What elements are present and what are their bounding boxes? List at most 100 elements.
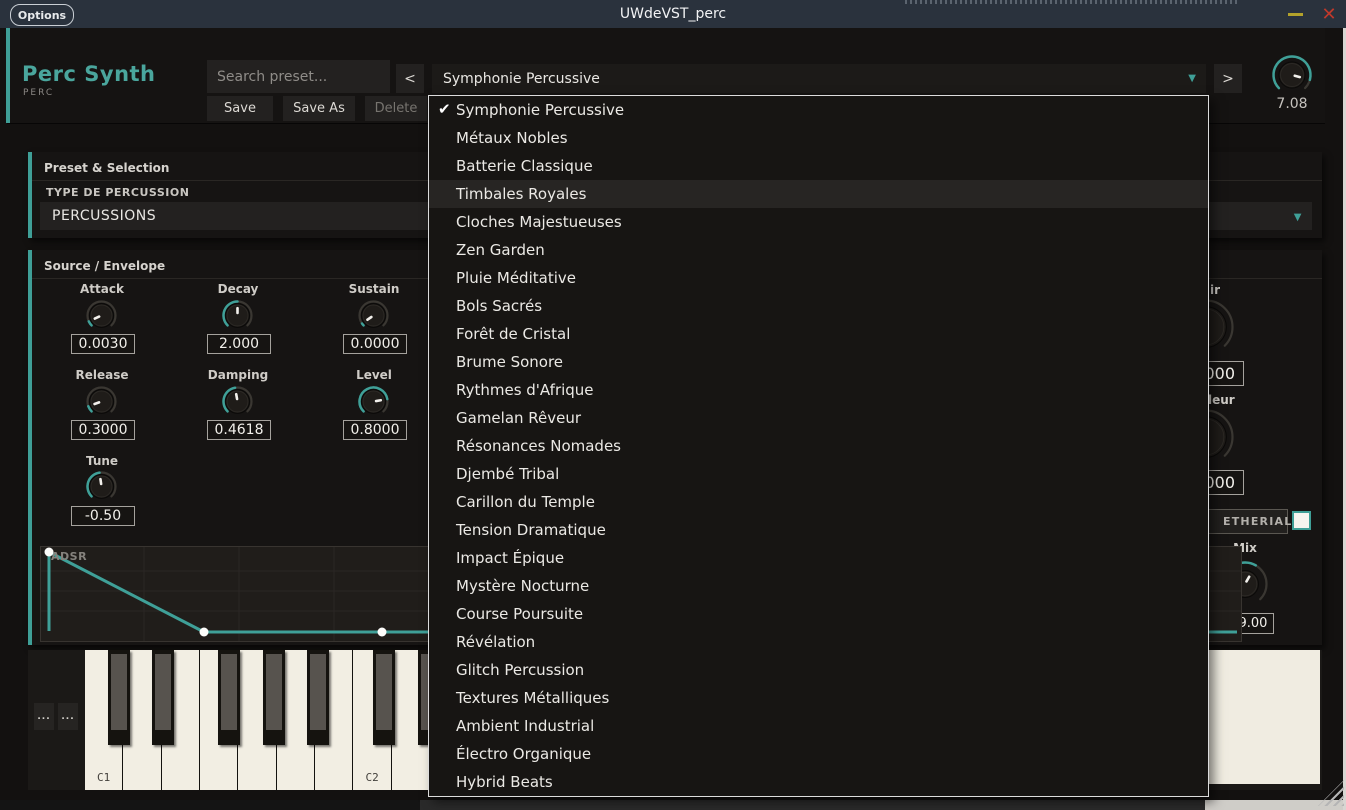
release-label: Release	[57, 368, 147, 382]
preset-option-label: Timbales Royales	[456, 185, 586, 203]
preset-option-label: Électro Organique	[456, 745, 591, 763]
delete-button[interactable]: Delete	[365, 96, 427, 121]
chevron-down-icon: ▼	[1294, 212, 1302, 223]
preset-option[interactable]: Glitch Percussion	[429, 656, 1208, 684]
damping-label: Damping	[193, 368, 283, 382]
black-key[interactable]	[108, 650, 130, 745]
level-value[interactable]: 0.8000	[343, 420, 407, 440]
damping-knob[interactable]	[221, 385, 254, 418]
check-icon: ✔	[438, 100, 451, 118]
search-input[interactable]	[207, 60, 390, 93]
preset-option[interactable]: Mystère Nocturne	[429, 572, 1208, 600]
preset-option[interactable]: Timbales Royales	[429, 180, 1208, 208]
preset-option[interactable]: Révélation	[429, 628, 1208, 656]
preset-option-label: Djembé Tribal	[456, 465, 559, 483]
black-key-face	[310, 654, 326, 730]
preset-option-label: Cloches Majestueuses	[456, 213, 622, 231]
black-key-face	[111, 654, 127, 730]
preset-option[interactable]: Gamelan Rêveur	[429, 404, 1208, 432]
preset-option[interactable]: Forêt de Cristal	[429, 320, 1208, 348]
preset-option-label: Carillon du Temple	[456, 493, 595, 511]
next-preset-button[interactable]: >	[1214, 64, 1242, 93]
preset-option-label: Gamelan Rêveur	[456, 409, 581, 427]
octave-label: C2	[353, 771, 390, 784]
damping-value[interactable]: 0.4618	[207, 420, 271, 440]
attack-value[interactable]: 0.0030	[71, 334, 135, 354]
decay-knob[interactable]	[221, 299, 254, 332]
release-value[interactable]: 0.3000	[71, 420, 135, 440]
sustain-value[interactable]: 0.0000	[343, 334, 407, 354]
preset-option[interactable]: Cloches Majestueuses	[429, 208, 1208, 236]
sustain-label: Sustain	[329, 282, 419, 296]
decay-value[interactable]: 2.000	[207, 334, 271, 354]
preset-option-label: Forêt de Cristal	[456, 325, 570, 343]
plugin-window: Options UWdeVST_perc ✕ Perc Synth PERC <…	[0, 0, 1346, 810]
preset-option-label: Textures Métalliques	[456, 689, 609, 707]
release-knob[interactable]	[85, 385, 118, 418]
percussion-type-value: PERCUSSIONS	[52, 208, 156, 224]
preset-option[interactable]: Brume Sonore	[429, 348, 1208, 376]
preset-option-label: Tension Dramatique	[456, 521, 606, 539]
octave-label: C1	[85, 771, 122, 784]
black-key[interactable]	[373, 650, 395, 745]
preset-option[interactable]: Hybrid Beats	[429, 768, 1208, 796]
preset-option[interactable]: Zen Garden	[429, 236, 1208, 264]
chevron-down-icon: ▼	[1188, 73, 1196, 84]
preset-option[interactable]: Impact Épique	[429, 544, 1208, 572]
tune-value[interactable]: -0.50	[71, 506, 135, 526]
background-window-clipped-text	[905, 0, 1240, 4]
preset-option[interactable]: Carillon du Temple	[429, 488, 1208, 516]
preset-option-label: Ambient Industrial	[456, 717, 594, 735]
preset-option[interactable]: Bols Sacrés	[429, 292, 1208, 320]
preset-option[interactable]: Ambient Industrial	[429, 712, 1208, 740]
preset-option[interactable]: Textures Métalliques	[429, 684, 1208, 712]
volume-knob[interactable]	[1271, 54, 1313, 96]
panel-title: Preset & Selection	[44, 161, 169, 175]
sustain-knob[interactable]	[357, 299, 390, 332]
bottom-frame	[420, 800, 1205, 810]
preset-option[interactable]: Tension Dramatique	[429, 516, 1208, 544]
preset-option-label: Symphonie Percussive	[456, 101, 624, 119]
preset-option-label: Course Poursuite	[456, 605, 583, 623]
black-key[interactable]	[307, 650, 329, 745]
black-key[interactable]	[218, 650, 240, 745]
level-label: Level	[329, 368, 419, 382]
preset-option[interactable]: Métaux Nobles	[429, 124, 1208, 152]
preset-option[interactable]: Course Poursuite	[429, 600, 1208, 628]
preset-select-value: Symphonie Percussive	[443, 71, 600, 87]
minimize-icon[interactable]	[1288, 13, 1303, 16]
percussion-type-label: TYPE DE PERCUSSION	[46, 186, 189, 199]
preset-option-label: Brume Sonore	[456, 353, 563, 371]
black-key-face	[221, 654, 237, 730]
preset-option-label: Mystère Nocturne	[456, 577, 589, 595]
preset-option[interactable]: Djembé Tribal	[429, 460, 1208, 488]
tune-knob[interactable]	[85, 470, 118, 503]
preset-option[interactable]: Batterie Classique	[429, 152, 1208, 180]
preset-option[interactable]: Électro Organique	[429, 740, 1208, 768]
tune-label: Tune	[57, 454, 147, 468]
level-knob[interactable]	[357, 385, 390, 418]
save-as-button[interactable]: Save As	[283, 96, 355, 121]
black-key[interactable]	[152, 650, 174, 745]
adsr-label: ADSR	[51, 550, 87, 563]
save-button[interactable]: Save	[207, 96, 273, 121]
black-key-face	[376, 654, 392, 730]
preset-option[interactable]: Rythmes d'Afrique	[429, 376, 1208, 404]
attack-knob[interactable]	[85, 299, 118, 332]
preset-option-label: Impact Épique	[456, 549, 564, 567]
air-label-fragment: ir	[1210, 283, 1220, 297]
preset-select[interactable]: Symphonie Percussive ▼	[432, 64, 1206, 93]
preset-option-label: Bols Sacrés	[456, 297, 542, 315]
preset-option-label: Révélation	[456, 633, 535, 651]
preset-option[interactable]: Résonances Nomades	[429, 432, 1208, 460]
prev-preset-button[interactable]: <	[396, 64, 424, 93]
black-key[interactable]	[263, 650, 285, 745]
black-key-face	[266, 654, 282, 730]
preset-option[interactable]: Pluie Méditative	[429, 264, 1208, 292]
couleur-label-fragment: leur	[1208, 393, 1235, 407]
app-name: Perc Synth	[22, 62, 156, 86]
preset-option[interactable]: ✔ Symphonie Percussive	[429, 96, 1208, 124]
decay-label: Decay	[193, 282, 283, 296]
fx-enable-checkbox[interactable]	[1292, 511, 1311, 530]
close-icon[interactable]: ✕	[1318, 3, 1340, 25]
